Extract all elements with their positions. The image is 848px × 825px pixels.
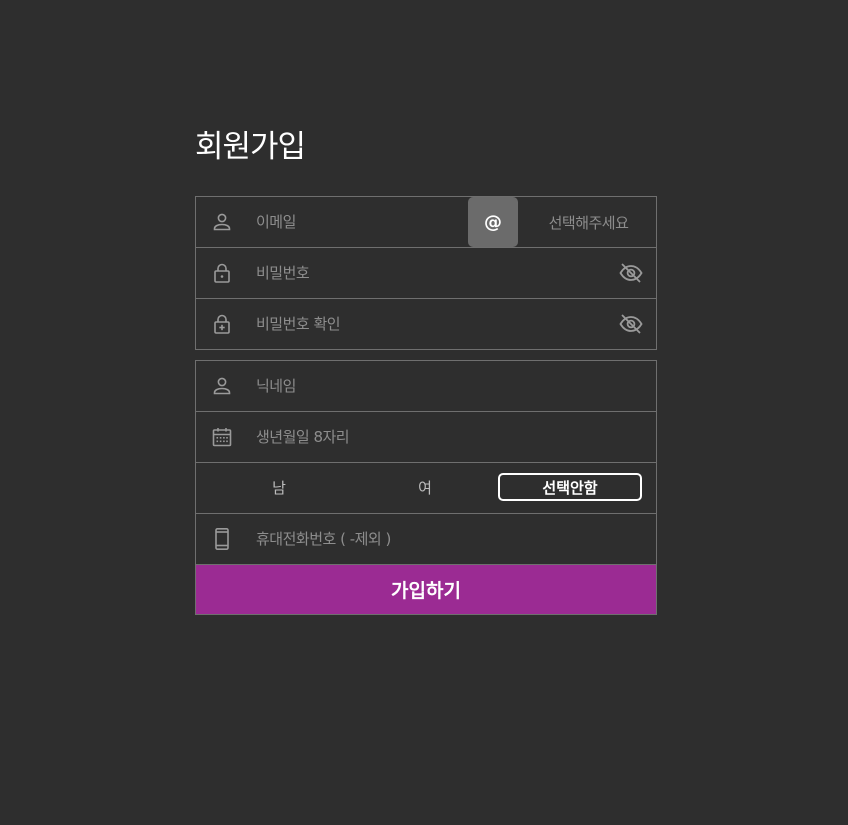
nickname-row — [196, 361, 656, 412]
signup-page: 회원가입 @ 선택해주세요 — [0, 0, 848, 825]
password-confirm-row — [196, 299, 656, 349]
birthdate-row — [196, 412, 656, 463]
email-row: @ 선택해주세요 — [196, 197, 656, 248]
gender-option-female[interactable]: 여 — [353, 473, 497, 501]
mobile-phone-icon — [210, 527, 234, 551]
calendar-icon — [210, 425, 234, 449]
password-input[interactable] — [256, 248, 596, 298]
eye-off-icon[interactable] — [618, 261, 644, 285]
gender-option-none[interactable]: 선택안함 — [498, 473, 642, 501]
password-confirm-input[interactable] — [256, 299, 596, 349]
profile-fields-box: 남 여 선택안함 — [195, 360, 657, 565]
eye-off-icon[interactable] — [618, 312, 644, 336]
user-icon — [210, 210, 234, 234]
lock-icon — [210, 261, 234, 285]
page-title: 회원가입 — [195, 129, 306, 165]
gender-selector: 남 여 선택안함 — [196, 463, 656, 514]
phone-row — [196, 514, 656, 564]
phone-input[interactable] — [256, 514, 596, 564]
email-domain-select[interactable]: 선택해주세요 — [526, 197, 651, 247]
nickname-input[interactable] — [256, 361, 596, 411]
password-row — [196, 248, 656, 299]
signup-submit-button[interactable]: 가입하기 — [195, 564, 657, 615]
gender-option-male[interactable]: 남 — [207, 473, 351, 501]
birthdate-input[interactable] — [256, 412, 596, 462]
lock-plus-icon — [210, 312, 234, 336]
account-fields-box: @ 선택해주세요 — [195, 196, 657, 350]
at-symbol-button[interactable]: @ — [468, 197, 518, 247]
user-icon — [210, 374, 234, 398]
